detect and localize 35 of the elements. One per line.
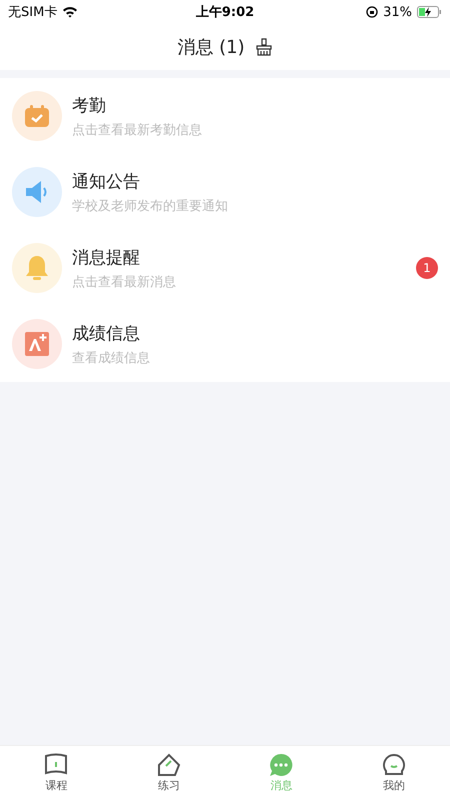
battery-icon: [417, 6, 442, 18]
clock: 上午9:02: [196, 4, 254, 21]
tab-item[interactable]: 我的: [338, 746, 450, 800]
tab-item[interactable]: 练习: [112, 746, 225, 800]
face-icon: [380, 753, 407, 777]
category-title: 考勤: [72, 94, 107, 116]
category-title: 消息提醒: [72, 246, 141, 268]
tab-label: 练习: [158, 778, 180, 793]
message-category-row[interactable]: 成绩信息 查看成绩信息: [0, 306, 450, 382]
category-title: 通知公告: [72, 170, 141, 192]
message-category-row[interactable]: 通知公告 学校及老师发布的重要通知: [0, 154, 450, 230]
book-icon: [43, 753, 70, 777]
broom-icon[interactable]: [254, 38, 273, 56]
category-subtitle: 查看成绩信息: [72, 350, 151, 366]
tab-label: 消息: [270, 778, 292, 793]
carrier: 无SIM卡: [8, 4, 58, 21]
bell-icon: [25, 255, 49, 281]
category-subtitle: 点击查看最新消息: [72, 274, 177, 290]
pencil-icon: [156, 753, 182, 777]
message-category-row[interactable]: 消息提醒 点击查看最新消息 1: [0, 230, 450, 306]
unread-count: 1: [416, 257, 438, 279]
category-subtitle: 点击查看最新考勤信息: [72, 122, 203, 138]
rotation-lock-icon: [366, 6, 378, 18]
grade-icon: [25, 332, 49, 356]
tab-label: 我的: [382, 778, 405, 793]
page-title: 消息 (1): [177, 36, 245, 59]
tab-label: 课程: [45, 778, 68, 793]
category-subtitle: 学校及老师发布的重要通知: [72, 198, 229, 214]
battery-percent: 31%: [383, 4, 412, 20]
chat-icon: [268, 753, 294, 777]
category-title: 成绩信息: [72, 322, 141, 344]
message-category-row[interactable]: 考勤 点击查看最新考勤信息: [0, 78, 450, 154]
wifi-icon: [62, 6, 78, 18]
calendar-icon: [25, 105, 49, 127]
tab-item[interactable]: 课程: [0, 746, 112, 800]
